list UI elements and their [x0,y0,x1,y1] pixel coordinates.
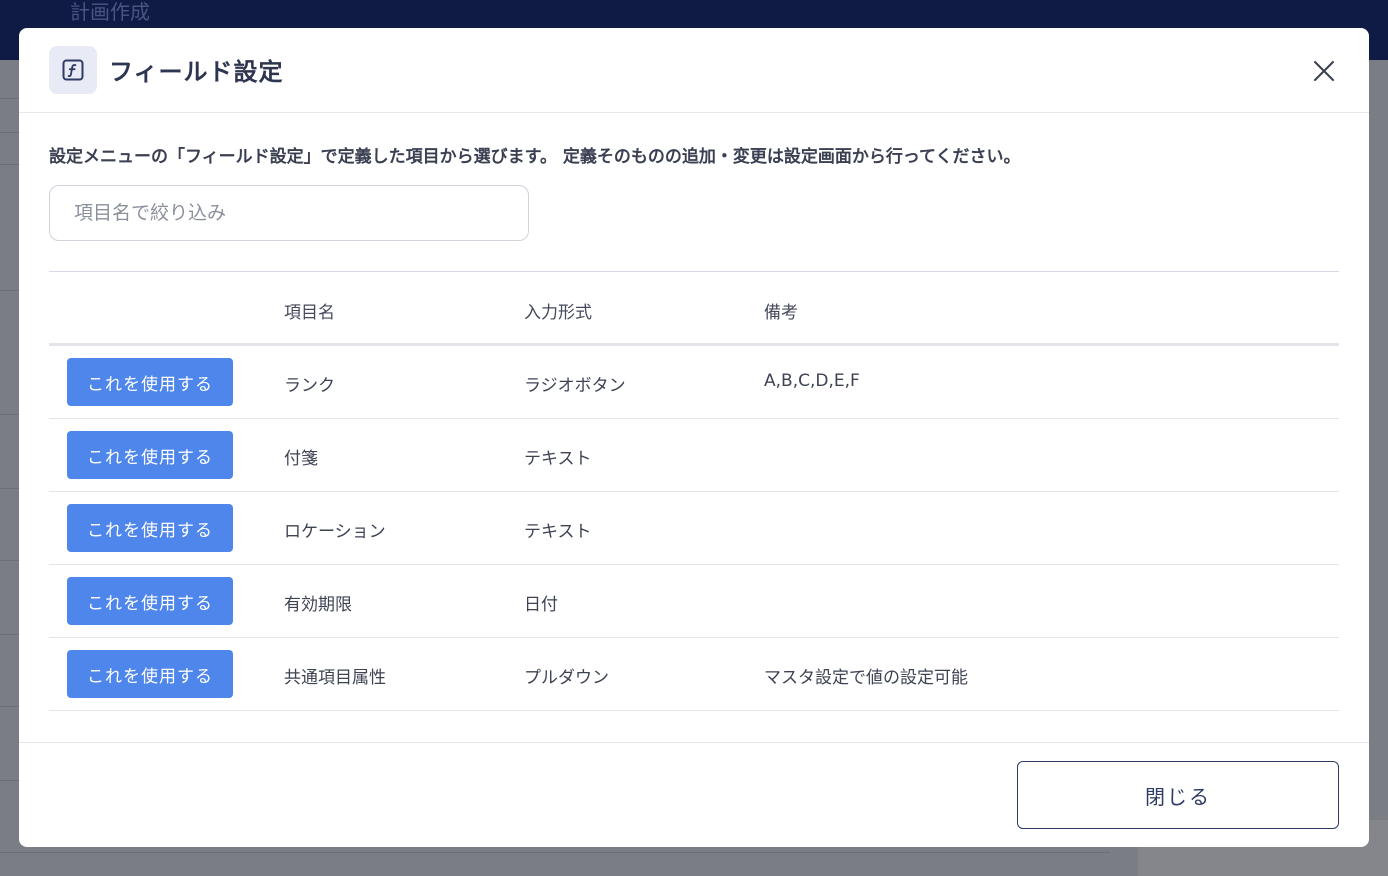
table-header: 項目名 入力形式 備考 [49,272,1339,346]
filter-input[interactable] [49,185,529,241]
table-row: これを使用する ランク ラジオボタン A,B,C,D,E,F [49,346,1339,419]
table-row: これを使用する 付箋 テキスト [49,419,1339,492]
modal-footer: 閉じる [19,742,1369,847]
field-note: A,B,C,D,E,F [764,371,860,391]
use-field-button[interactable]: これを使用する [67,504,233,552]
close-icon [1314,61,1334,81]
modal-title: フィールド設定 [109,58,284,86]
function-icon [49,46,97,94]
field-type: ラジオボタン [524,376,626,396]
field-name: 付箋 [284,449,318,469]
use-field-button[interactable]: これを使用する [67,431,233,479]
close-footer-button[interactable]: 閉じる [1017,761,1339,829]
use-field-button[interactable]: これを使用する [67,358,233,406]
column-header-type: 入力形式 [524,303,592,323]
modal-header: フィールド設定 [19,28,1369,113]
table-row: これを使用する 共通項目属性 プルダウン マスタ設定で値の設定可能 [49,638,1339,711]
table-row: これを使用する ロケーション テキスト [49,492,1339,565]
field-table: 項目名 入力形式 備考 これを使用する ランク ラジオボタン A,B,C,D,E… [49,271,1339,711]
field-name: 有効期限 [284,595,352,615]
column-header-note: 備考 [764,303,798,323]
bg-divider [0,852,1110,853]
field-name: ロケーション [284,522,386,542]
modal-description: 設定メニューの「フィールド設定」で定義した項目から選びます。 定義そのものの追加… [49,147,1021,167]
field-settings-modal: フィールド設定 設定メニューの「フィールド設定」で定義した項目から選びます。 定… [19,28,1369,847]
field-type: テキスト [524,449,592,469]
use-field-button[interactable]: これを使用する [67,650,233,698]
table-row: これを使用する 有効期限 日付 [49,565,1339,638]
use-field-button[interactable]: これを使用する [67,577,233,625]
field-type: プルダウン [524,668,609,688]
field-type: 日付 [524,595,558,615]
page-title: 計画作成 [70,0,150,24]
field-name: 共通項目属性 [284,668,386,688]
field-type: テキスト [524,522,592,542]
close-button[interactable] [1307,54,1341,88]
field-name: ランク [284,376,335,396]
field-note: マスタ設定で値の設定可能 [764,668,968,688]
column-header-name: 項目名 [284,303,335,323]
